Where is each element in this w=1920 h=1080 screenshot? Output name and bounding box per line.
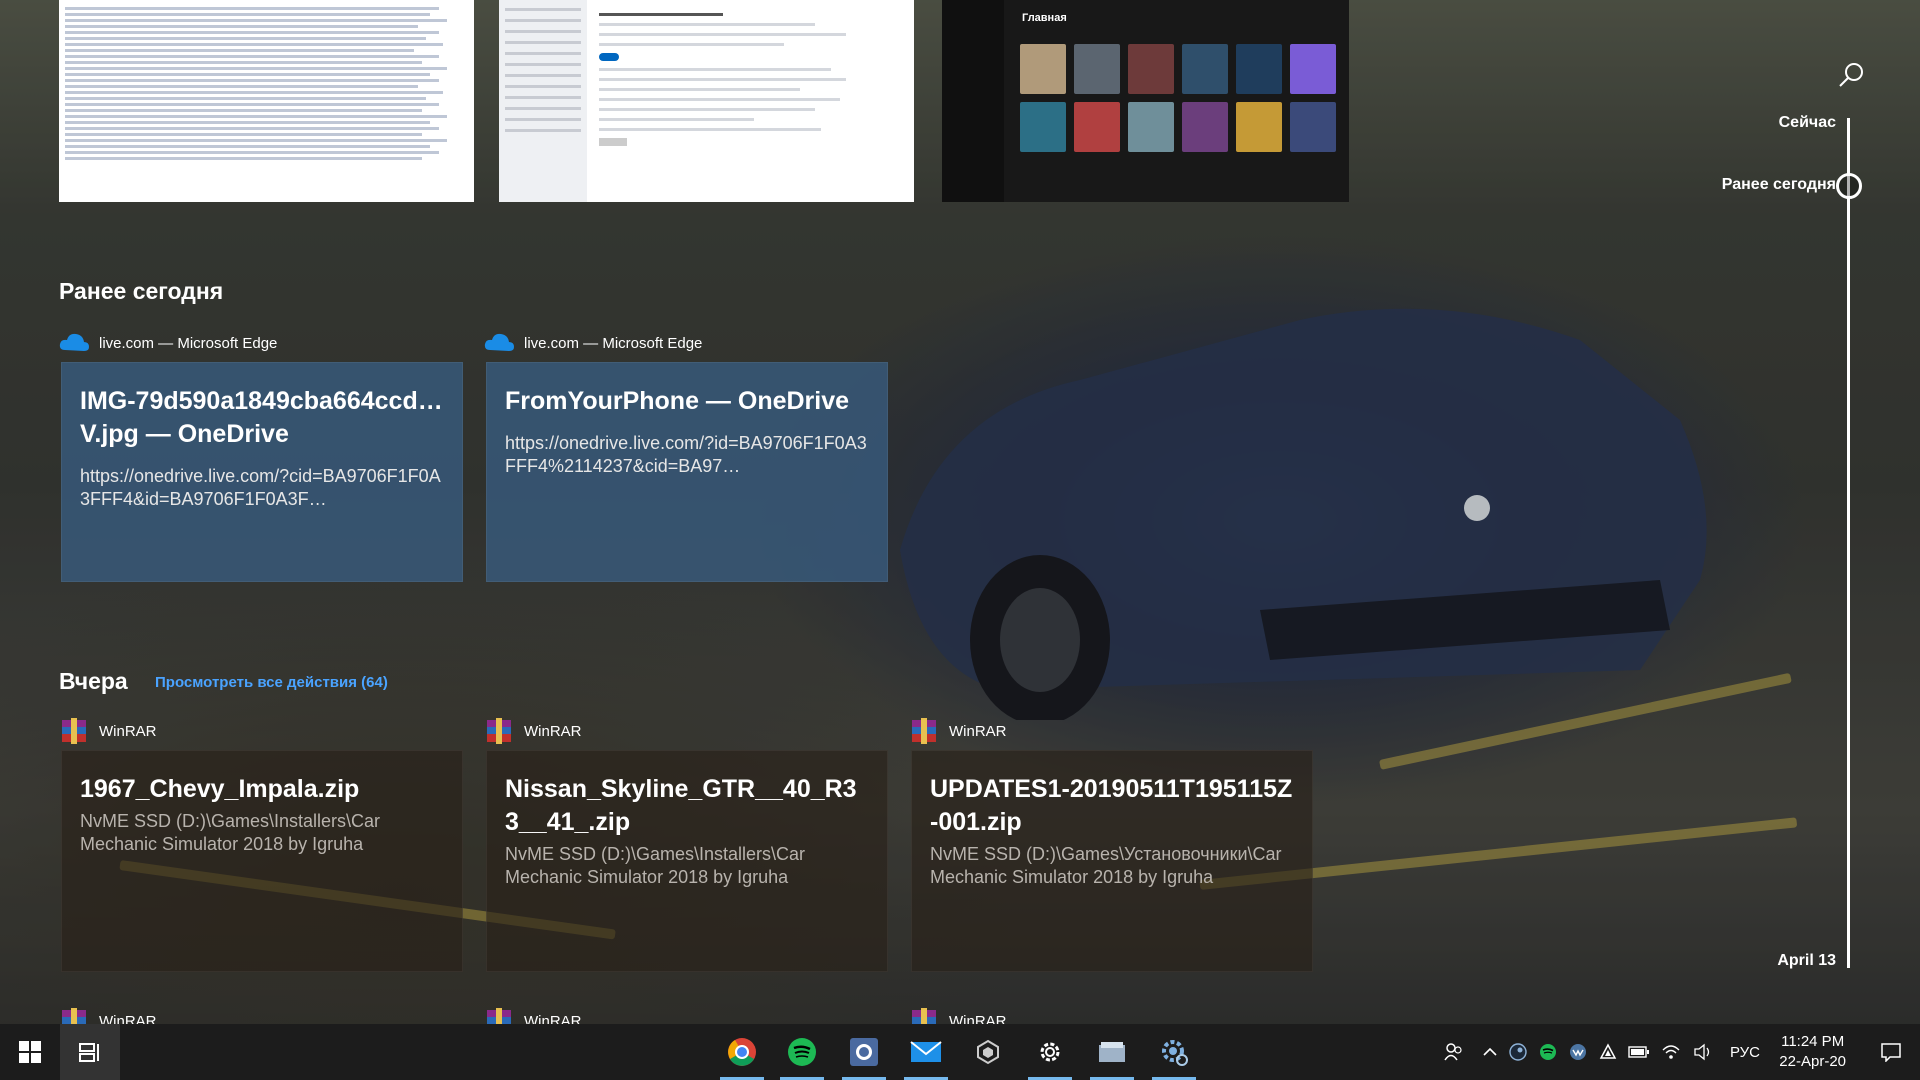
timeline-now-label[interactable]: Сейчас [1779,114,1836,132]
activity-card-title: FromYourPhone — OneDrive [505,387,850,415]
activity-app-label: WinRAR [909,718,1007,744]
clock[interactable]: 11:24 PM 22-Apr-20 [1779,1032,1846,1072]
tray-network[interactable] [1658,1024,1684,1080]
arrow-triangle-icon [1599,1043,1617,1059]
activity-app-name: live.com — Microsoft Edge [99,334,278,352]
tray-vk[interactable] [1566,1024,1590,1080]
taskbar-settings[interactable] [1020,1024,1080,1080]
tray-battery[interactable] [1626,1024,1652,1080]
activity-card[interactable]: Nissan_Skyline_GTR__40_R33__41_.zip NvME… [486,750,888,972]
task-thumbnail-settings-clipboard[interactable] [499,0,914,202]
activity-card[interactable]: 1967_Chevy_Impala.zip NvME SSD (D:)\Game… [61,750,463,972]
activity-app-label: WinRAR [484,718,582,744]
taskbar-file-explorer[interactable] [1082,1024,1142,1080]
activity-card-title: IMG-79d590a1849cba664ccd…V.jpg — OneDriv… [80,387,443,448]
section-title-yesterday: Вчера [59,668,128,694]
chrome-icon [728,1038,756,1066]
activity-card-path: NvME SSD (D:)\Games\Installers\Car Mecha… [505,844,806,887]
task-view-icon [79,1043,99,1062]
task-thumbnail-spotify[interactable]: Главная [942,0,1349,202]
activity-app-label: WinRAR [59,718,157,744]
start-button[interactable] [0,1024,60,1080]
activity-app-name: WinRAR [99,722,157,740]
view-all-activities-link[interactable]: Просмотреть все действия (64) [155,674,388,691]
activity-card-title: UPDATES1-20190511T195115Z-001.zip [930,775,1293,836]
unity-icon [977,1039,999,1065]
input-language[interactable]: РУС [1722,1024,1768,1080]
winrar-icon [912,718,936,744]
tray-steam[interactable] [1506,1024,1530,1080]
timeline-earlier-today-label[interactable]: Ранее сегодня [1722,176,1836,194]
taskbar-signal[interactable] [834,1024,894,1080]
activity-card[interactable]: FromYourPhone — OneDrive https://onedriv… [486,362,888,582]
volume-icon [1694,1043,1710,1061]
mail-icon [910,1041,942,1062]
winrar-icon [487,718,511,744]
activity-card-url: https://onedrive.live.com/?cid=BA9706F1F… [80,466,441,509]
activity-app-label: live.com — Microsoft Edge [59,330,277,356]
file-explorer-icon [1099,1042,1125,1062]
activity-card-url: https://onedrive.live.com/?id=BA9706F1F0… [505,433,867,476]
clock-time: 11:24 PM [1781,1033,1845,1050]
activity-card[interactable]: IMG-79d590a1849cba664ccd…V.jpg — OneDriv… [61,362,463,582]
winrar-icon [62,718,86,744]
vk-icon [1570,1044,1586,1060]
people-icon [1444,1043,1462,1061]
section-title-earlier-today: Ранее сегодня [59,278,224,304]
task-thumbnail-file-list[interactable] [59,0,474,202]
timeline-scrollbar[interactable] [1847,118,1850,968]
windows-logo-icon [19,1041,41,1063]
settings-gear-icon [1162,1040,1188,1066]
timeline-position-marker[interactable] [1836,173,1862,199]
activity-card-title: Nissan_Skyline_GTR__40_R33__41_.zip [505,775,857,836]
wifi-icon [1662,1045,1680,1059]
clock-date: 22-Apr-20 [1779,1053,1846,1070]
activity-app-name: live.com — Microsoft Edge [524,334,703,352]
taskbar-chrome[interactable] [712,1024,772,1080]
people-button[interactable] [1438,1024,1468,1080]
activity-app-label: live.com — Microsoft Edge [484,330,702,356]
steam-icon [1509,1043,1527,1061]
tray-app[interactable] [1596,1024,1620,1080]
spotify-tray-icon [1540,1044,1556,1060]
activity-card-path: NvME SSD (D:)\Games\Installers\Car Mecha… [80,811,381,854]
timeline-date-label[interactable]: April 13 [1777,952,1836,970]
spotify-icon [788,1038,816,1066]
action-center-button[interactable] [1862,1024,1920,1080]
signal-icon [850,1038,878,1066]
activity-app-name: WinRAR [524,722,582,740]
taskbar-unity[interactable] [958,1024,1018,1080]
activity-card-path: NvME SSD (D:)\Games\Установочники\Car Me… [930,844,1282,887]
activity-card-title: 1967_Chevy_Impala.zip [80,775,360,803]
search-icon[interactable] [1836,60,1866,90]
taskbar-settings-2[interactable] [1144,1024,1204,1080]
tray-spotify[interactable] [1536,1024,1560,1080]
taskbar-spotify[interactable] [772,1024,832,1080]
onedrive-icon [59,333,89,351]
chevron-up-icon [1483,1047,1497,1056]
activity-card[interactable]: UPDATES1-20190511T195115Z-001.zip NvME S… [911,750,1313,972]
tray-volume[interactable] [1690,1024,1716,1080]
taskbar-mail[interactable] [896,1024,956,1080]
battery-icon [1628,1046,1649,1058]
taskbar: РУС 11:24 PM 22-Apr-20 [0,1024,1920,1080]
activity-app-name: WinRAR [949,722,1007,740]
notification-icon [1881,1043,1901,1062]
settings-icon [1040,1042,1060,1062]
task-view-button[interactable] [60,1024,120,1080]
onedrive-icon [484,333,514,351]
show-hidden-icons-button[interactable] [1478,1024,1502,1080]
spotify-home-title: Главная [1022,12,1067,24]
wallpaper-car [900,308,1707,720]
